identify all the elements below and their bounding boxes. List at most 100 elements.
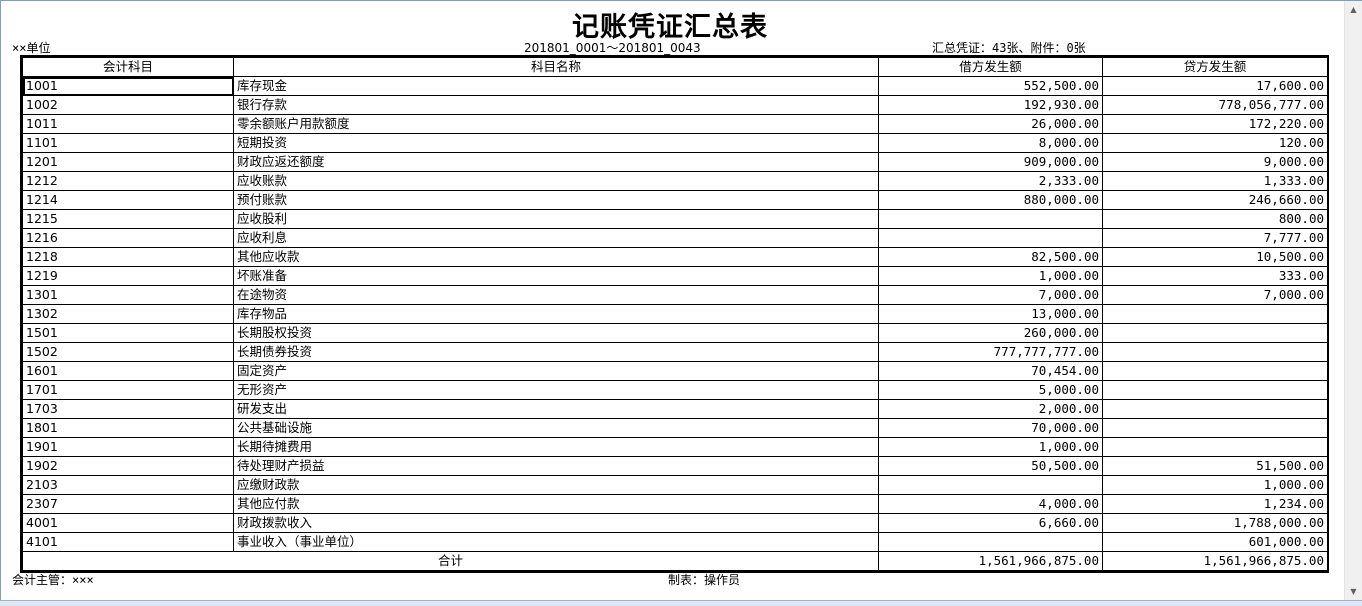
account-name-cell[interactable]: 长期待摊费用 <box>233 437 879 457</box>
account-code-cell[interactable]: 1501 <box>22 323 234 343</box>
table-row[interactable]: 1902 待处理财产损益 50,500.00 51,500.00 <box>22 456 1328 476</box>
table-row[interactable]: 1302 库存物品 13,000.00 <box>22 304 1328 324</box>
account-name-cell[interactable]: 应收股利 <box>233 209 879 229</box>
credit-amount-cell[interactable]: 10,500.00 <box>1102 247 1328 267</box>
debit-amount-cell[interactable]: 70,000.00 <box>878 418 1103 438</box>
debit-amount-cell[interactable]: 192,930.00 <box>878 95 1103 115</box>
account-name-cell[interactable]: 其他应收款 <box>233 247 879 267</box>
debit-amount-cell[interactable] <box>878 228 1103 248</box>
account-code-cell[interactable]: 1216 <box>22 228 234 248</box>
credit-amount-cell[interactable] <box>1102 380 1328 400</box>
account-name-cell[interactable]: 库存物品 <box>233 304 879 324</box>
account-code-cell[interactable]: 1601 <box>22 361 234 381</box>
credit-amount-cell[interactable]: 1,788,000.00 <box>1102 513 1328 533</box>
account-name-cell[interactable]: 在途物资 <box>233 285 879 305</box>
table-row[interactable]: 1701 无形资产 5,000.00 <box>22 380 1328 400</box>
account-code-cell[interactable]: 1901 <box>22 437 234 457</box>
account-name-cell[interactable]: 应收利息 <box>233 228 879 248</box>
table-row[interactable]: 2307 其他应付款 4,000.00 1,234.00 <box>22 494 1328 514</box>
account-code-cell[interactable]: 1219 <box>22 266 234 286</box>
table-row[interactable]: 1011 零余额账户用款额度 26,000.00 172,220.00 <box>22 114 1328 134</box>
credit-amount-cell[interactable]: 17,600.00 <box>1102 76 1328 96</box>
account-code-cell[interactable]: 1502 <box>22 342 234 362</box>
account-name-cell[interactable]: 银行存款 <box>233 95 879 115</box>
credit-amount-cell[interactable] <box>1102 304 1328 324</box>
table-row[interactable]: 1216 应收利息 7,777.00 <box>22 228 1328 248</box>
credit-amount-cell[interactable]: 601,000.00 <box>1102 532 1328 552</box>
account-name-cell[interactable]: 应收账款 <box>233 171 879 191</box>
table-row[interactable]: 1901 长期待摊费用 1,000.00 <box>22 437 1328 457</box>
debit-amount-cell[interactable]: 13,000.00 <box>878 304 1103 324</box>
account-code-cell[interactable]: 1902 <box>22 456 234 476</box>
account-name-cell[interactable]: 预付账款 <box>233 190 879 210</box>
account-code-cell[interactable]: 1703 <box>22 399 234 419</box>
account-name-cell[interactable]: 短期投资 <box>233 133 879 153</box>
scroll-down-arrow-icon[interactable]: ▼ <box>1345 583 1362 600</box>
table-row[interactable]: 1201 财政应返还额度 909,000.00 9,000.00 <box>22 152 1328 172</box>
account-code-cell[interactable]: 1801 <box>22 418 234 438</box>
credit-amount-cell[interactable] <box>1102 342 1328 362</box>
account-code-cell[interactable]: 1214 <box>22 190 234 210</box>
credit-amount-cell[interactable]: 1,333.00 <box>1102 171 1328 191</box>
account-name-cell[interactable]: 坏账准备 <box>233 266 879 286</box>
debit-amount-cell[interactable] <box>878 532 1103 552</box>
debit-amount-cell[interactable]: 82,500.00 <box>878 247 1103 267</box>
debit-amount-cell[interactable]: 70,454.00 <box>878 361 1103 381</box>
table-row[interactable]: 2103 应缴财政款 1,000.00 <box>22 475 1328 495</box>
table-row[interactable]: 1218 其他应收款 82,500.00 10,500.00 <box>22 247 1328 267</box>
account-name-cell[interactable]: 库存现金 <box>233 76 879 96</box>
table-row[interactable]: 1212 应收账款 2,333.00 1,333.00 <box>22 171 1328 191</box>
debit-amount-cell[interactable]: 7,000.00 <box>878 285 1103 305</box>
account-name-cell[interactable]: 固定资产 <box>233 361 879 381</box>
table-row[interactable]: 1002 银行存款 192,930.00 778,056,777.00 <box>22 95 1328 115</box>
account-code-cell[interactable]: 1101 <box>22 133 234 153</box>
account-name-cell[interactable]: 研发支出 <box>233 399 879 419</box>
credit-amount-cell[interactable]: 800.00 <box>1102 209 1328 229</box>
account-name-cell[interactable]: 财政拨款收入 <box>233 513 879 533</box>
account-name-cell[interactable]: 长期股权投资 <box>233 323 879 343</box>
debit-amount-cell[interactable]: 260,000.00 <box>878 323 1103 343</box>
debit-amount-cell[interactable] <box>878 475 1103 495</box>
account-code-cell[interactable]: 4001 <box>22 513 234 533</box>
table-row[interactable]: 1801 公共基础设施 70,000.00 <box>22 418 1328 438</box>
credit-amount-cell[interactable]: 7,777.00 <box>1102 228 1328 248</box>
account-name-cell[interactable]: 财政应返还额度 <box>233 152 879 172</box>
account-code-cell[interactable]: 1011 <box>22 114 234 134</box>
credit-amount-cell[interactable]: 1,000.00 <box>1102 475 1328 495</box>
vertical-scrollbar[interactable]: ▲ ▼ <box>1344 1 1362 600</box>
account-code-cell[interactable]: 1002 <box>22 95 234 115</box>
debit-amount-cell[interactable]: 2,000.00 <box>878 399 1103 419</box>
credit-amount-cell[interactable] <box>1102 399 1328 419</box>
credit-amount-cell[interactable]: 778,056,777.00 <box>1102 95 1328 115</box>
account-code-cell[interactable]: 4101 <box>22 532 234 552</box>
table-row[interactable]: 1001 库存现金 552,500.00 17,600.00 <box>22 76 1328 96</box>
debit-amount-cell[interactable]: 1,000.00 <box>878 266 1103 286</box>
credit-amount-cell[interactable]: 246,660.00 <box>1102 190 1328 210</box>
account-code-cell[interactable]: 2103 <box>22 475 234 495</box>
account-code-cell[interactable]: 1212 <box>22 171 234 191</box>
table-row[interactable]: 1214 预付账款 880,000.00 246,660.00 <box>22 190 1328 210</box>
debit-amount-cell[interactable]: 6,660.00 <box>878 513 1103 533</box>
table-row[interactable]: 4101 事业收入（事业单位） 601,000.00 <box>22 532 1328 552</box>
credit-amount-cell[interactable]: 9,000.00 <box>1102 152 1328 172</box>
credit-amount-cell[interactable]: 51,500.00 <box>1102 456 1328 476</box>
credit-amount-cell[interactable]: 120.00 <box>1102 133 1328 153</box>
account-name-cell[interactable]: 公共基础设施 <box>233 418 879 438</box>
scrollbar-track[interactable] <box>1348 19 1359 582</box>
account-code-cell[interactable]: 1301 <box>22 285 234 305</box>
account-name-cell[interactable]: 应缴财政款 <box>233 475 879 495</box>
account-code-cell[interactable]: 1302 <box>22 304 234 324</box>
table-row[interactable]: 1501 长期股权投资 260,000.00 <box>22 323 1328 343</box>
debit-amount-cell[interactable]: 880,000.00 <box>878 190 1103 210</box>
table-row[interactable]: 1219 坏账准备 1,000.00 333.00 <box>22 266 1328 286</box>
account-code-cell[interactable]: 1201 <box>22 152 234 172</box>
credit-amount-cell[interactable] <box>1102 323 1328 343</box>
account-code-cell[interactable]: 1218 <box>22 247 234 267</box>
debit-amount-cell[interactable]: 8,000.00 <box>878 133 1103 153</box>
credit-amount-cell[interactable]: 333.00 <box>1102 266 1328 286</box>
account-code-cell[interactable]: 1701 <box>22 380 234 400</box>
account-name-cell[interactable]: 零余额账户用款额度 <box>233 114 879 134</box>
credit-amount-cell[interactable]: 7,000.00 <box>1102 285 1328 305</box>
account-name-cell[interactable]: 其他应付款 <box>233 494 879 514</box>
debit-amount-cell[interactable]: 26,000.00 <box>878 114 1103 134</box>
